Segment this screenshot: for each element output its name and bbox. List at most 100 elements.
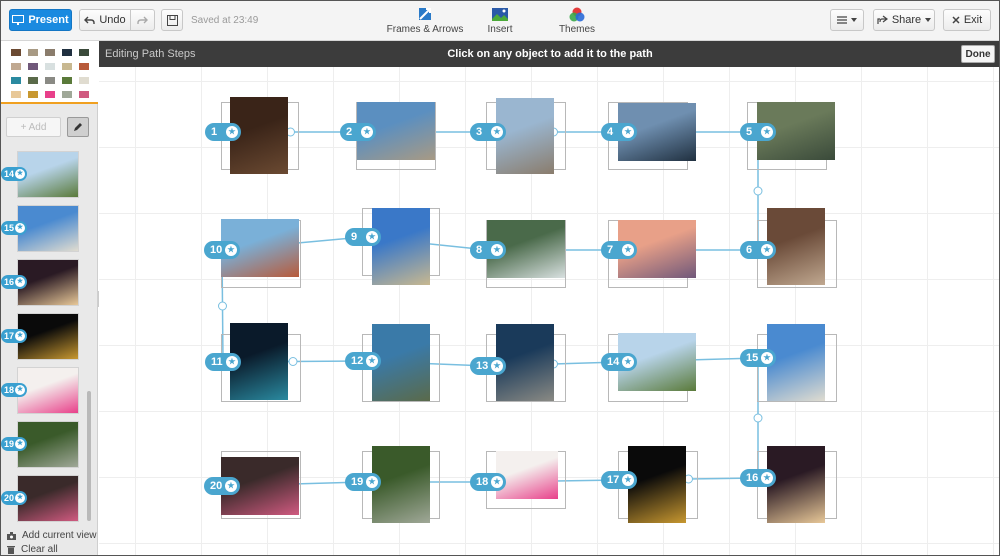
insert-tool[interactable]: Insert [460, 7, 540, 35]
overview-thumbnail[interactable] [1, 41, 98, 104]
path-step-badge[interactable]: 9 ★ [345, 228, 381, 246]
star-icon: ★ [622, 474, 634, 486]
path-step-badge[interactable]: 14 ★ [601, 353, 637, 371]
star-icon: ★ [225, 244, 237, 256]
path-step-badge[interactable]: 5 ★ [740, 123, 776, 141]
path-step-badge[interactable]: 2 ★ [340, 123, 376, 141]
path-step-badge[interactable]: 12 ★ [345, 352, 381, 370]
path-sidebar: + Add 14 ★ 15 ★ 16 ★ 17 ★ 18 ★ 19 ★ 20 ★ Add current … [1, 41, 98, 555]
exit-label: Exit [963, 14, 983, 26]
step-number: 3 [476, 126, 483, 138]
step-number: 10 [210, 244, 223, 256]
exit-button[interactable]: Exit [943, 9, 991, 31]
step-number: 6 [746, 244, 753, 256]
step-number: 9 [351, 231, 358, 243]
insert-step-handle[interactable] [753, 186, 763, 196]
path-step-badge[interactable]: 18 ★ [470, 473, 506, 491]
present-button[interactable]: Present [9, 9, 72, 31]
overview-mini-thumb [28, 63, 38, 70]
insert-image-icon [492, 8, 508, 21]
star-icon: ★ [15, 439, 25, 449]
overview-mini-thumb [62, 77, 72, 84]
star-icon: ★ [225, 480, 237, 492]
star-icon: ★ [15, 385, 25, 395]
step-number: 20 [210, 480, 223, 492]
star-icon: ★ [622, 126, 634, 138]
undo-button[interactable]: Undo [79, 9, 131, 31]
photo-forest-people[interactable] [372, 446, 430, 523]
sidebar-scrollbar[interactable] [87, 391, 91, 521]
share-label: Share [891, 14, 922, 26]
done-button[interactable]: Done [961, 45, 995, 63]
insert-step-handle[interactable] [753, 413, 763, 423]
share-button[interactable]: Share [873, 9, 935, 31]
path-step-badge[interactable]: 7 ★ [601, 241, 637, 259]
add-current-view-label: Add current view [22, 530, 97, 541]
path-step-badge[interactable]: 19 ★ [345, 473, 381, 491]
thumb-step-badge: 19 ★ [1, 437, 27, 451]
photo-bell-tower[interactable] [372, 208, 430, 285]
path-step-badge[interactable]: 8 ★ [470, 241, 506, 259]
path-step-badge[interactable]: 4 ★ [601, 123, 637, 141]
path-step-badge[interactable]: 11 ★ [205, 353, 241, 371]
chevron-down-icon [925, 18, 932, 22]
save-button[interactable] [161, 9, 183, 31]
step-number: 7 [607, 244, 614, 256]
thumb-step-number: 15 [4, 223, 15, 233]
add-current-view-link[interactable]: Add current view [7, 530, 96, 541]
path-step-badge[interactable]: 16 ★ [740, 469, 776, 487]
insert-label: Insert [487, 24, 513, 35]
thumb-step-badge: 17 ★ [1, 329, 27, 343]
photo-white-church[interactable] [767, 324, 825, 401]
clear-all-label: Clear all [21, 544, 58, 555]
add-step-button[interactable]: + Add [6, 117, 61, 137]
photo-beer-bottle[interactable] [628, 446, 686, 523]
path-step-badge[interactable]: 20 ★ [204, 477, 240, 495]
thumb-harbor [18, 152, 78, 197]
path-step-badge[interactable]: 13 ★ [470, 357, 506, 375]
edit-path-button[interactable] [67, 117, 89, 137]
thumb-pink-flower [18, 368, 78, 413]
star-icon: ★ [761, 126, 773, 138]
themes-icon [569, 7, 585, 22]
overview-mini-thumb [11, 63, 21, 70]
undo-icon [84, 16, 96, 24]
menu-button[interactable] [830, 9, 864, 31]
path-step-badge[interactable]: 1 ★ [205, 123, 241, 141]
path-step-badge[interactable]: 17 ★ [601, 471, 637, 489]
star-icon: ★ [491, 476, 503, 488]
frames-arrows-tool[interactable]: Frames & Arrows [385, 7, 465, 35]
photo-pink-flower[interactable] [496, 451, 558, 499]
photo-ice-cream[interactable] [767, 446, 825, 523]
path-step-badge[interactable]: 6 ★ [740, 241, 776, 259]
star-icon: ★ [622, 244, 634, 256]
step-number: 11 [211, 356, 223, 368]
step-number: 12 [351, 355, 364, 367]
step-number: 18 [476, 476, 489, 488]
insert-step-handle[interactable] [218, 301, 227, 311]
overview-mini-thumb [62, 91, 72, 98]
star-icon: ★ [366, 231, 378, 243]
path-edit-bar: Editing Path Steps Click on any object t… [99, 41, 999, 67]
step-number: 14 [607, 356, 620, 368]
path-step-badge[interactable]: 10 ★ [204, 241, 240, 259]
themes-tool[interactable]: Themes [537, 7, 617, 35]
overview-mini-thumb [45, 49, 55, 56]
path-edit-hint: Click on any object to add it to the pat… [447, 48, 653, 60]
star-icon: ★ [761, 472, 773, 484]
star-icon: ★ [15, 493, 25, 503]
path-step-badge[interactable]: 15 ★ [740, 349, 776, 367]
camera-icon [7, 531, 16, 540]
star-icon: ★ [15, 331, 25, 341]
clear-all-link[interactable]: Clear all [7, 544, 58, 555]
star-icon: ★ [491, 244, 503, 256]
path-step-badge[interactable]: 3 ★ [470, 123, 506, 141]
prezi-editor: Present Undo Saved at 23:49 Frames & Arr… [0, 0, 1000, 556]
step-number: 1 [211, 126, 218, 138]
thumb-step-number: 17 [4, 331, 15, 341]
photo-phone-booth[interactable] [767, 208, 825, 285]
presentation-canvas[interactable]: 1 ★ 2 ★ 3 ★ 4 ★ 5 ★ 6 ★ 7 ★ 8 ★ 9 ★ 10 ★ 11 ★ 12 ★ 13 ★ 14 ★ 15 ★ 16 ★ 1… [99, 67, 999, 555]
thumb-ice-cream [18, 260, 78, 305]
star-icon: ★ [226, 126, 238, 138]
redo-button[interactable] [130, 9, 155, 31]
